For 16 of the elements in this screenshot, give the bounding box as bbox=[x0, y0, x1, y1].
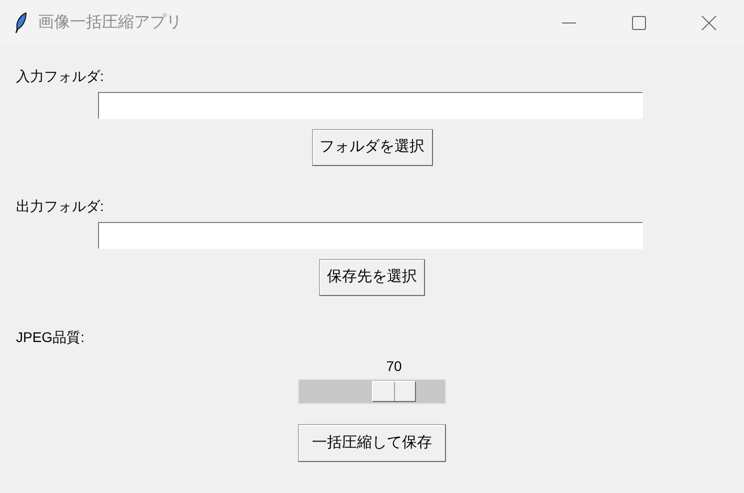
folder-input-field[interactable] bbox=[98, 222, 643, 249]
maximize-icon bbox=[631, 14, 647, 30]
minimize-icon bbox=[562, 22, 576, 24]
close-icon bbox=[701, 14, 717, 30]
folder-input-field[interactable] bbox=[98, 92, 643, 119]
slider-value: 70 bbox=[386, 357, 402, 376]
select-folder-button[interactable]: フォルダを選択 bbox=[312, 129, 432, 166]
feather-icon bbox=[14, 12, 28, 34]
field-label: JPEG品質: bbox=[16, 328, 84, 346]
select-folder-button[interactable]: 保存先を選択 bbox=[319, 259, 425, 296]
field-label: 出力フォルダ: bbox=[16, 196, 104, 216]
slider-track[interactable] bbox=[298, 379, 446, 404]
compress-save-button[interactable]: 一括圧縮して保存 bbox=[298, 424, 446, 462]
window-title: 画像一括圧縮アプリ bbox=[38, 12, 182, 32]
slider-thumb[interactable] bbox=[372, 381, 416, 402]
field-label: 入力フォルダ: bbox=[16, 66, 104, 86]
